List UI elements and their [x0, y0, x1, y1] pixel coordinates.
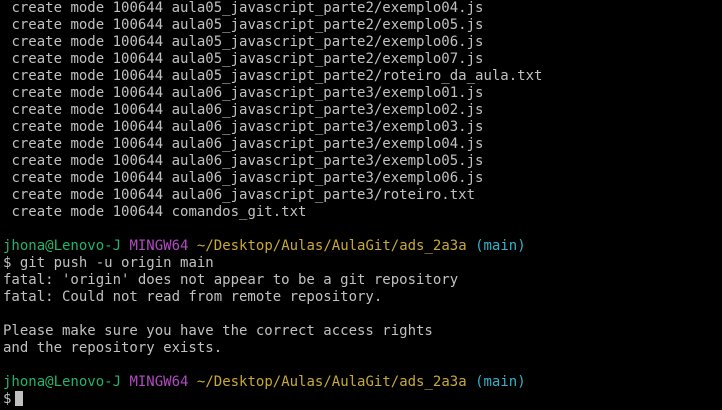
input-line[interactable]: $ [3, 391, 722, 408]
text-cursor[interactable] [15, 391, 24, 406]
error-line: fatal: 'origin' does not appear to be a … [3, 272, 459, 288]
prompt-path: ~/Desktop/Aulas/AulaGit/ads_2a3a [196, 238, 467, 254]
output-line: create mode 100644 aula06_javascript_par… [11, 153, 484, 169]
output-line: create mode 100644 aula05_javascript_par… [11, 34, 484, 50]
output-line: create mode 100644 aula06_javascript_par… [11, 119, 484, 135]
entered-command: git push -u origin main [19, 255, 214, 271]
message-line: and the repository exists. [3, 340, 223, 356]
output-line: create mode 100644 comandos_git.txt [11, 204, 307, 220]
prompt-branch: (main) [475, 238, 526, 254]
output-line: create mode 100644 aula06_javascript_par… [11, 170, 484, 186]
output-line: create mode 100644 aula06_javascript_par… [11, 187, 476, 203]
git-output-block: create mode 100644 aula05_javascript_par… [3, 0, 722, 221]
output-line: create mode 100644 aula05_javascript_par… [11, 17, 484, 33]
output-line: create mode 100644 aula05_javascript_par… [11, 51, 484, 67]
prompt-system: MINGW64 [129, 238, 189, 254]
output-line: create mode 100644 aula06_javascript_par… [11, 102, 484, 118]
prompt-user-host: jhona@Lenovo-J [3, 374, 122, 390]
output-line: create mode 100644 aula06_javascript_par… [11, 85, 484, 101]
prompt-symbol: $ [3, 391, 12, 407]
terminal-window[interactable]: create mode 100644 aula05_javascript_par… [0, 0, 722, 410]
prompt-path: ~/Desktop/Aulas/AulaGit/ads_2a3a [196, 374, 467, 390]
message-line: Please make sure you have the correct ac… [3, 323, 433, 339]
prompt-system: MINGW64 [129, 374, 189, 390]
error-line: fatal: Could not read from remote reposi… [3, 289, 383, 305]
output-line: create mode 100644 aula06_javascript_par… [11, 136, 484, 152]
prompt-user-host: jhona@Lenovo-J [3, 238, 122, 254]
command-line: $ git push -u origin main [3, 255, 722, 272]
output-line: create mode 100644 aula05_javascript_par… [11, 0, 484, 16]
shell-prompt: jhona@Lenovo-J MINGW64 ~/Desktop/Aulas/A… [3, 374, 722, 391]
prompt-branch: (main) [475, 374, 526, 390]
shell-prompt: jhona@Lenovo-J MINGW64 ~/Desktop/Aulas/A… [3, 238, 722, 255]
output-line: create mode 100644 aula05_javascript_par… [11, 68, 543, 84]
